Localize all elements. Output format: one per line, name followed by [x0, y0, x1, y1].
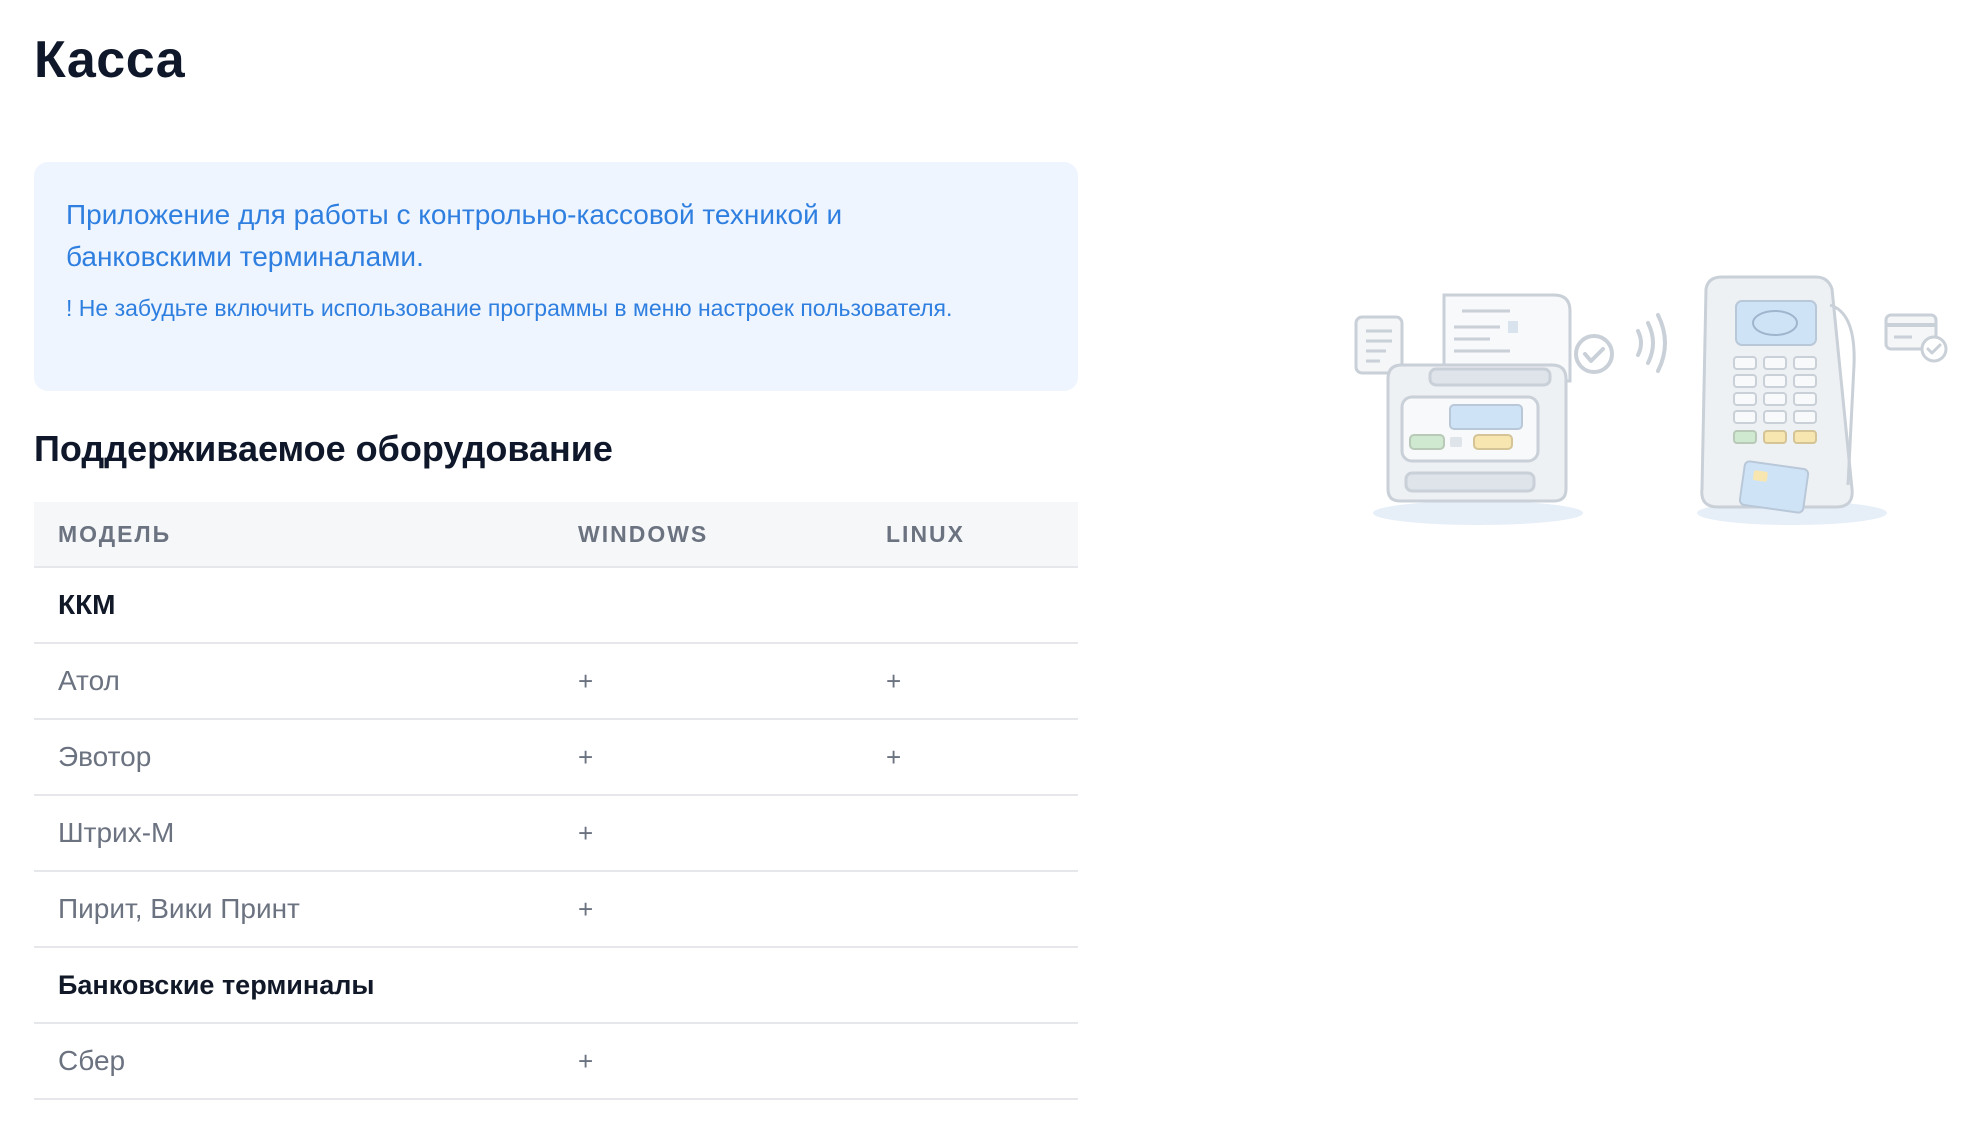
group-row-kkm: ККМ	[34, 568, 1078, 644]
windows-cell: +	[578, 1045, 594, 1076]
column-header-windows: WINDOWS	[578, 520, 709, 547]
info-note: ! Не забудьте включить использование про…	[66, 295, 953, 321]
table-row: Пирит, Вики Принт +	[34, 872, 1078, 948]
windows-cell: +	[578, 893, 594, 924]
table-row: Эвотор + +	[34, 720, 1078, 796]
contactless-waves-icon	[1636, 313, 1667, 373]
inserted-card-icon	[1738, 460, 1810, 514]
group-label: Банковские терминалы	[58, 969, 375, 1000]
table-row: Сбер +	[34, 1024, 1078, 1100]
model-cell: Штрих-М	[58, 817, 175, 848]
column-header-model: МОДЕЛЬ	[58, 520, 172, 547]
windows-cell: +	[578, 665, 594, 696]
info-box: Приложение для работы с контрольно-кассо…	[34, 162, 1078, 391]
table-header: МОДЕЛЬ WINDOWS LINUX	[34, 502, 1078, 568]
check-circle-icon	[1574, 334, 1614, 374]
model-cell: Пирит, Вики Принт	[58, 893, 300, 924]
group-label: ККМ	[58, 589, 116, 620]
linux-cell: +	[886, 741, 902, 772]
cash-register-illustration	[1350, 275, 1950, 545]
column-header-linux: LINUX	[886, 520, 965, 547]
model-cell: Эвотор	[58, 741, 152, 772]
table-row: Атол + +	[34, 644, 1078, 720]
linux-cell: +	[886, 665, 902, 696]
receipt-printer-icon	[1386, 293, 1572, 503]
group-row-bank-terminals: Банковские терминалы	[34, 948, 1078, 1024]
windows-cell: +	[578, 817, 594, 848]
printer-shadow-icon	[1373, 501, 1583, 525]
credit-card-icon	[1884, 313, 1948, 363]
page-title: Касса	[34, 31, 186, 89]
info-description: Приложение для работы с контрольно-кассо…	[66, 199, 843, 272]
windows-cell: +	[578, 741, 594, 772]
section-title: Поддерживаемое оборудование	[34, 428, 613, 469]
model-cell: Атол	[58, 665, 120, 696]
equipment-table: МОДЕЛЬ WINDOWS LINUX ККМ Атол + + Эвотор…	[34, 502, 1078, 1100]
table-row: Штрих-М +	[34, 796, 1078, 872]
model-cell: Сбер	[58, 1045, 126, 1076]
